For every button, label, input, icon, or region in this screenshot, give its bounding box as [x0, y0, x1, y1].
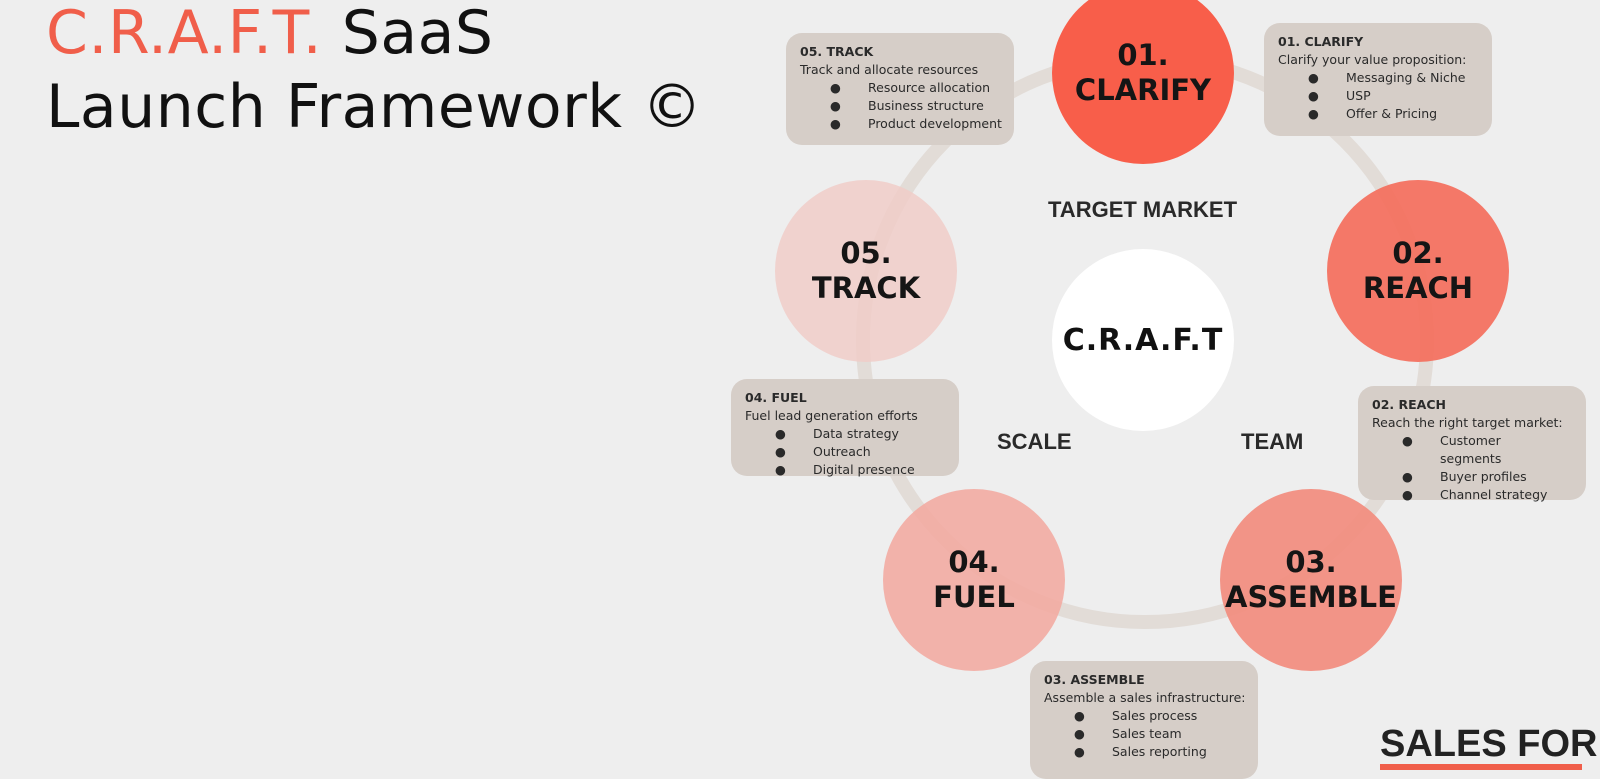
box-list: ● Customer segments ● Buyer profiles ● Chan… — [1372, 432, 1578, 504]
list-item: ● Product development — [800, 115, 1006, 133]
box-title: 04. FUEL — [745, 390, 807, 405]
list-item: ● Outreach — [745, 443, 951, 461]
bullet-icon: ● — [1402, 433, 1413, 448]
list-item: ● Sales team — [1044, 725, 1250, 743]
list-item: ● Messaging & Niche — [1278, 69, 1484, 87]
box-list: ● Messaging & Niche ● USP ● Offer & Pricing — [1278, 69, 1484, 123]
box-subtitle: Reach the right target market: — [1372, 415, 1563, 430]
label-scale: SCALE — [997, 429, 1072, 454]
step-name: FUEL — [933, 580, 1015, 614]
list-item: ● Sales reporting — [1044, 743, 1250, 761]
step-number: 02. — [1392, 236, 1444, 270]
logo-line-1: SALES FOR — [1380, 723, 1598, 765]
bullet-icon: ● — [775, 444, 786, 459]
info-box-clarify: 01. CLARIFY Clarify your value propositi… — [1264, 23, 1492, 136]
step-name: CLARIFY — [1074, 73, 1212, 107]
box-subtitle: Fuel lead generation efforts — [745, 408, 918, 423]
list-item: ● Data strategy — [745, 425, 951, 443]
brand-logo: SALES FOR — [1380, 723, 1598, 765]
list-item: ● Resource allocation — [800, 79, 1006, 97]
step-name: REACH — [1362, 271, 1474, 305]
bullet-icon: ● — [775, 426, 786, 441]
step-circle-reach[interactable]: 02. REACH — [1327, 180, 1509, 362]
step-circle-track[interactable]: 05. TRACK — [775, 180, 957, 362]
bullet-icon: ● — [830, 80, 841, 95]
box-subtitle: Track and allocate resources — [800, 62, 979, 77]
info-box-assemble: 03. ASSEMBLE Assemble a sales infrastruc… — [1030, 661, 1258, 779]
bullet-icon: ● — [1308, 106, 1319, 121]
box-title: 05. TRACK — [800, 44, 874, 59]
step-number: 01. — [1117, 38, 1169, 72]
list-item: ● Offer & Pricing — [1278, 105, 1484, 123]
center-label: C.R.A.F.T — [1062, 322, 1224, 358]
step-circle-assemble[interactable]: 03. ASSEMBLE — [1220, 489, 1402, 671]
box-title: 02. REACH — [1372, 397, 1446, 412]
bullet-icon: ● — [1402, 469, 1413, 484]
box-subtitle: Clarify your value proposition: — [1278, 52, 1467, 67]
box-title: 01. CLARIFY — [1278, 34, 1364, 49]
list-item: ● Buyer profiles — [1372, 468, 1578, 486]
step-number: 05. — [840, 236, 892, 270]
list-item: ● Customer segments — [1372, 432, 1578, 468]
step-name: ASSEMBLE — [1225, 580, 1397, 614]
info-box-fuel: 04. FUEL Fuel lead generation efforts ● D… — [731, 379, 959, 479]
bullet-icon: ● — [830, 116, 841, 131]
info-box-reach: 02. REACH Reach the right target market:… — [1358, 386, 1586, 502]
bullet-icon: ● — [1074, 708, 1085, 723]
info-box-track: 05. TRACK Track and allocate resources ●… — [786, 33, 1014, 145]
box-subtitle: Assemble a sales infrastructure: — [1044, 690, 1246, 705]
step-number: 04. — [948, 545, 1000, 579]
bullet-icon: ● — [1308, 70, 1319, 85]
box-list: ● Data strategy ● Outreach ● Digital presen… — [745, 425, 951, 479]
label-target-market: TARGET MARKET — [1048, 197, 1238, 222]
step-name: TRACK — [811, 271, 921, 305]
list-item: ● Sales process — [1044, 707, 1250, 725]
bullet-icon: ● — [1402, 487, 1413, 502]
list-item: ● USP — [1278, 87, 1484, 105]
bullet-icon: ● — [775, 462, 786, 477]
center-circle: C.R.A.F.T — [1052, 249, 1234, 431]
box-list: ● Resource allocation ● Business structure… — [800, 79, 1006, 133]
box-list: ● Sales process ● Sales team ● Sales report… — [1044, 707, 1250, 761]
bullet-icon: ● — [1308, 88, 1319, 103]
bullet-icon: ● — [830, 98, 841, 113]
label-team: TEAM — [1241, 429, 1304, 454]
list-item: ● Channel strategy — [1372, 486, 1578, 504]
step-circle-fuel[interactable]: 04. FUEL — [883, 489, 1065, 671]
bullet-icon: ● — [1074, 744, 1085, 759]
box-title: 03. ASSEMBLE — [1044, 672, 1145, 687]
step-number: 03. — [1285, 545, 1337, 579]
list-item: ● Digital presence — [745, 461, 951, 479]
bullet-icon: ● — [1074, 726, 1085, 741]
logo-line-2-clipped — [1380, 764, 1582, 770]
list-item: ● Business structure — [800, 97, 1006, 115]
